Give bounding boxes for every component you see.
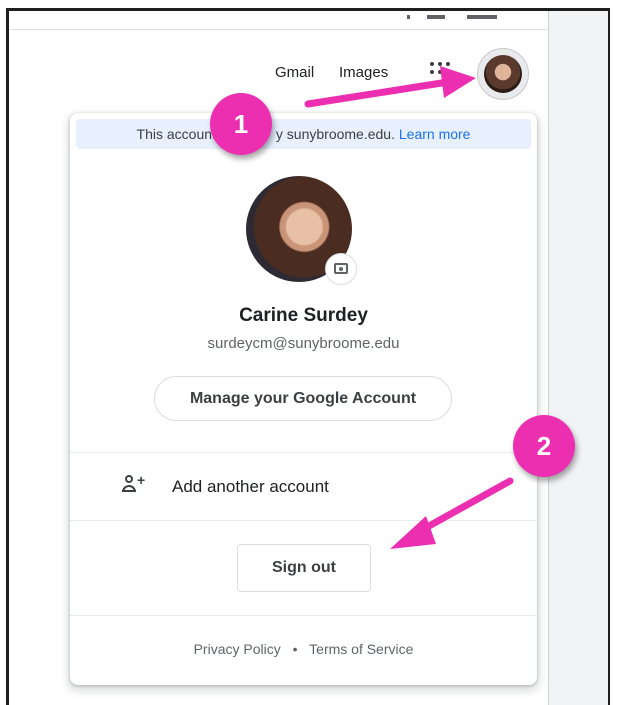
banner-text-end: y sunybroome.edu. <box>275 126 395 142</box>
terms-of-service-link[interactable]: Terms of Service <box>309 641 413 657</box>
apps-grid-icon[interactable] <box>428 60 452 82</box>
managed-account-banner: This account is y sunybroome.edu. Learn m… <box>76 119 531 149</box>
add-account-label: Add another account <box>172 477 329 496</box>
callout-badge-1: 1 <box>210 93 272 155</box>
divider <box>70 615 537 616</box>
divider <box>70 520 537 521</box>
footer-separator: • <box>292 641 298 657</box>
clipped-icons <box>407 15 517 25</box>
account-menu: This account is y sunybroome.edu. Learn m… <box>70 113 537 685</box>
add-person-icon: + <box>122 472 148 497</box>
footer-links: Privacy Policy • Terms of Service <box>70 641 537 657</box>
privacy-policy-link[interactable]: Privacy Policy <box>194 641 281 657</box>
images-link[interactable]: Images <box>339 64 388 81</box>
sign-out-button[interactable]: Sign out <box>237 544 371 592</box>
top-clipped-bar <box>9 11 547 30</box>
avatar-icon[interactable] <box>477 48 529 100</box>
callout-badge-2: 2 <box>513 415 575 477</box>
avatar-photo <box>484 55 522 93</box>
gmail-link[interactable]: Gmail <box>275 64 314 81</box>
background-page <box>548 11 608 705</box>
user-name: Carine Surdey <box>239 305 368 326</box>
user-email: surdeycm@sunybroome.edu <box>207 335 400 352</box>
learn-more-link[interactable]: Learn more <box>399 126 471 142</box>
manage-account-button[interactable]: Manage your Google Account <box>154 376 452 421</box>
add-account-item[interactable]: + Add another account <box>70 453 537 520</box>
camera-icon[interactable] <box>325 253 357 285</box>
